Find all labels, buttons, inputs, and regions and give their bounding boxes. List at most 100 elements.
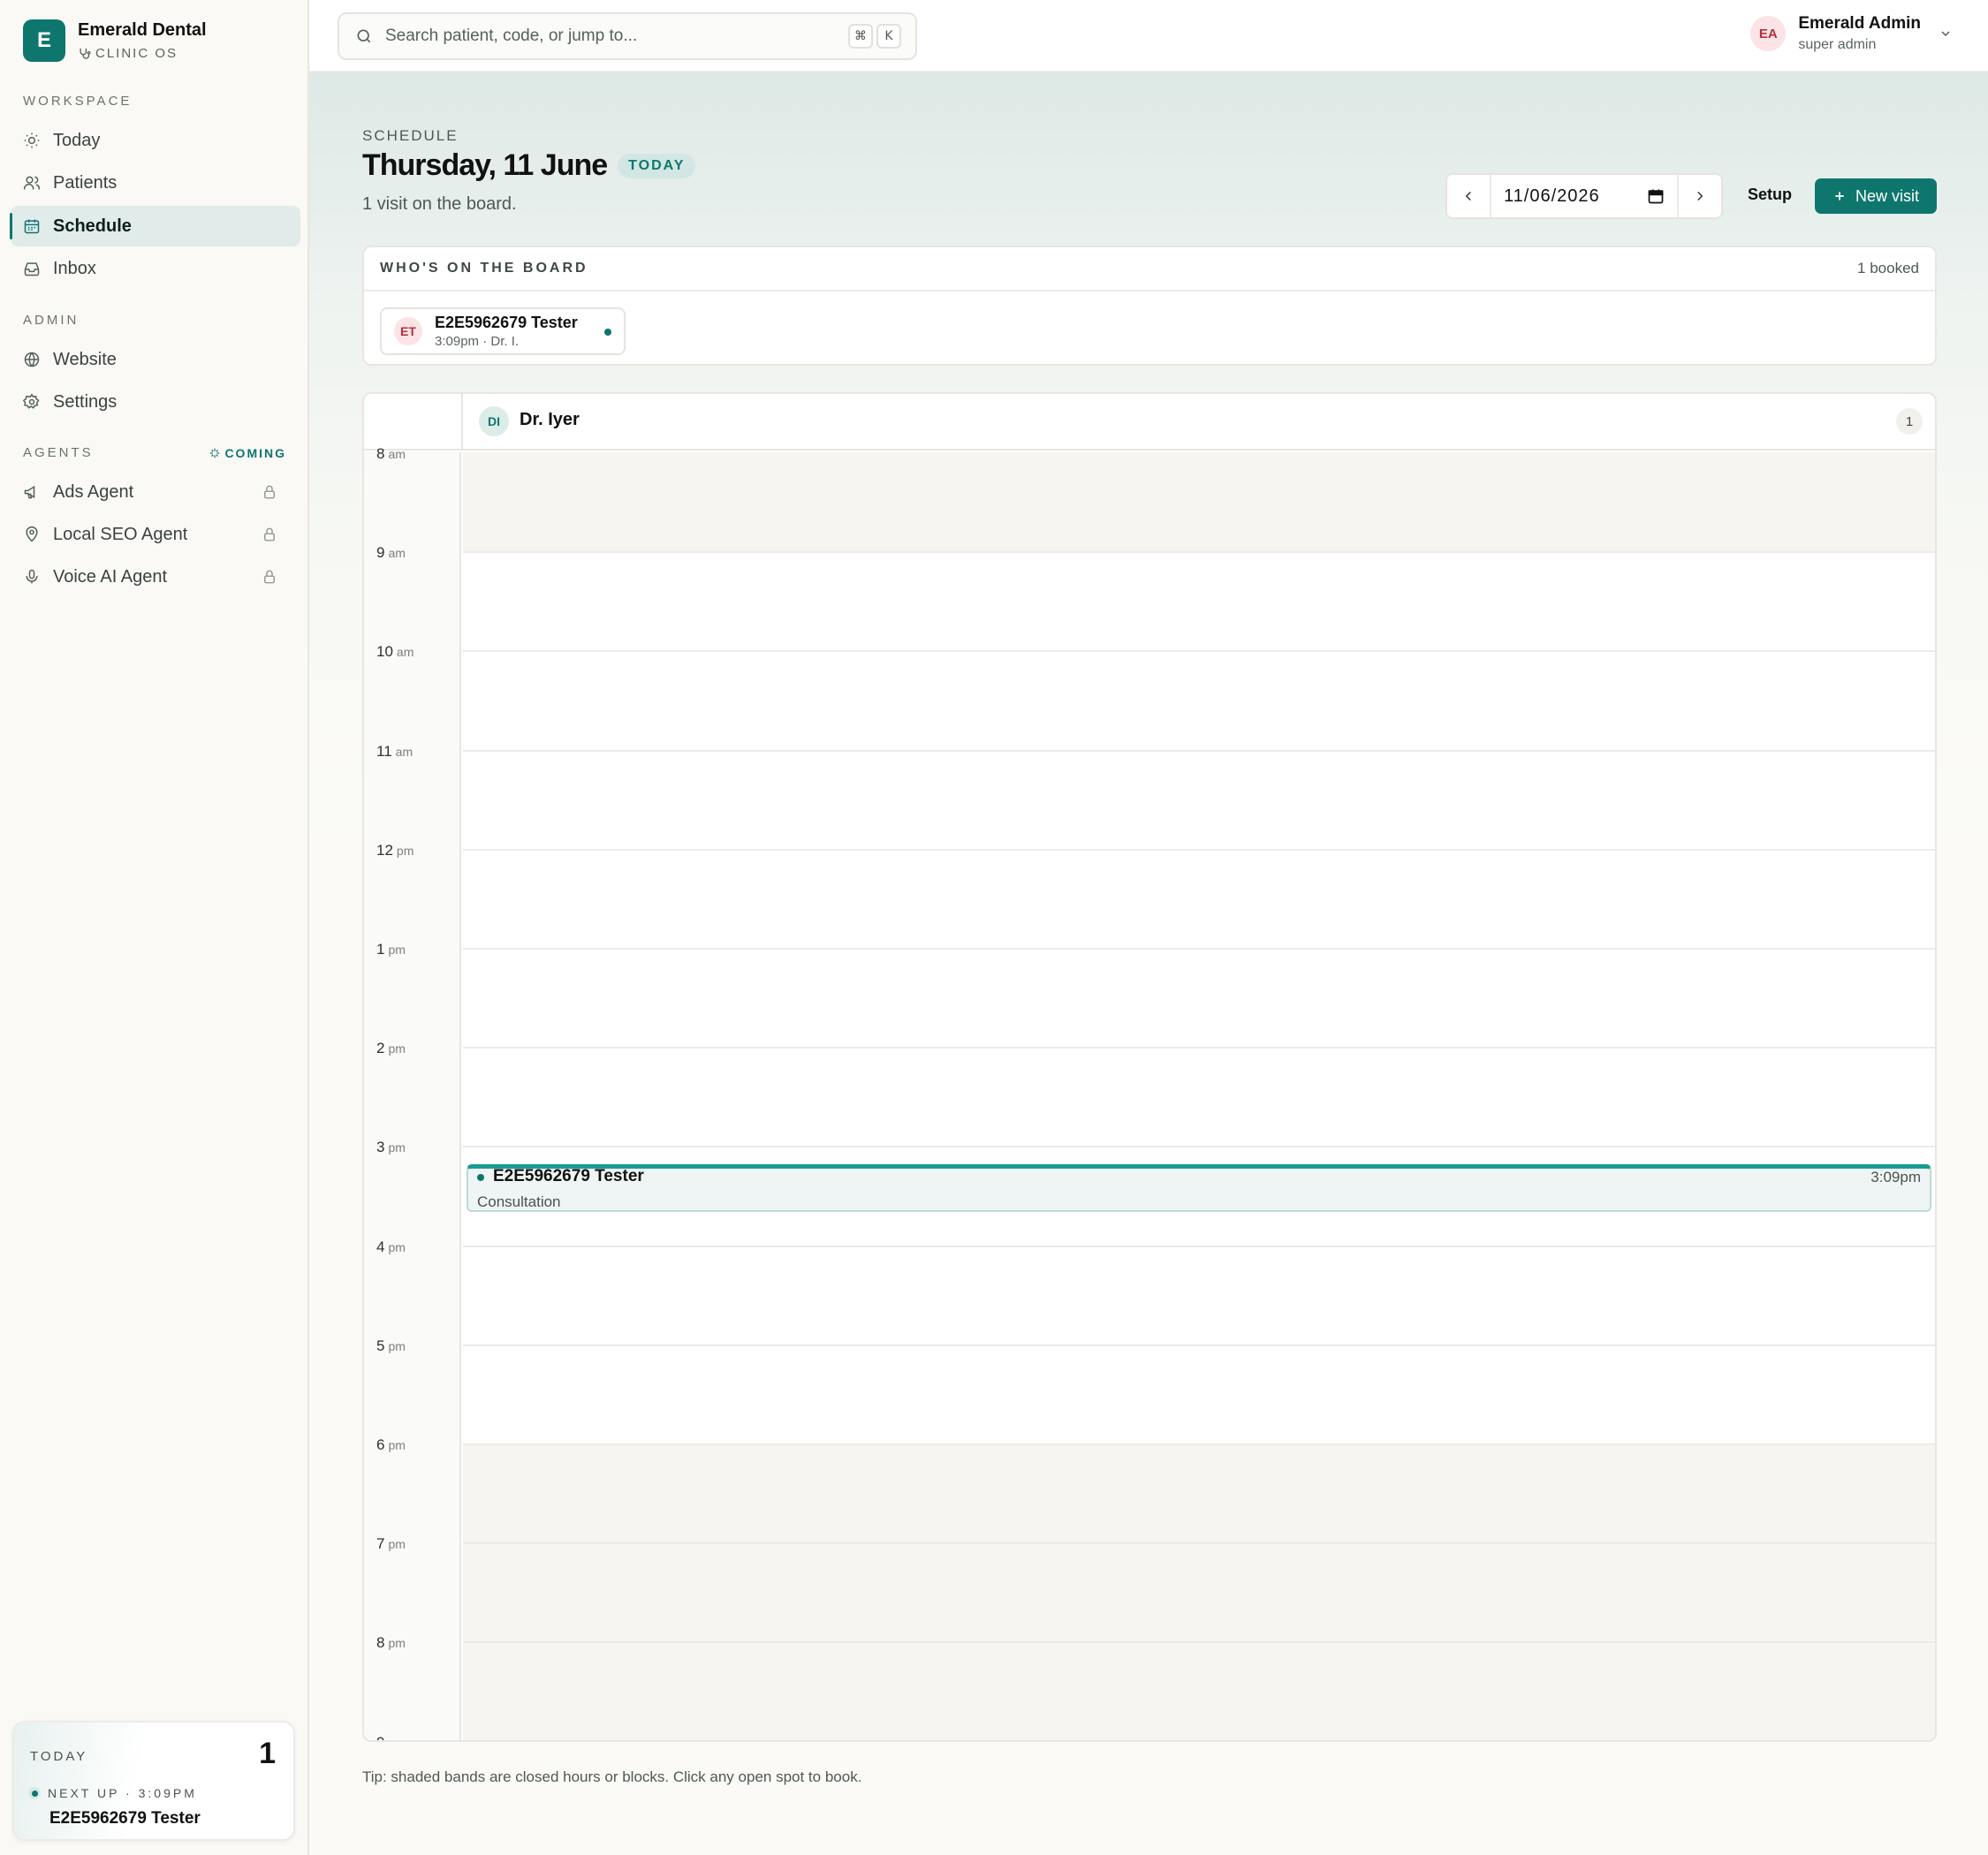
schedule-calendar: DI Dr. Iyer 1 E2E5962679 Tester Consulta… <box>362 392 1937 1742</box>
coming-badge-label: COMING <box>224 445 286 460</box>
hour-number: 7 <box>376 1535 385 1552</box>
today-card-count: 1 <box>259 1737 276 1770</box>
booked-count: 1 booked <box>1857 260 1919 276</box>
patient-meta: 3:09pm · Dr. I. <box>435 334 520 349</box>
search-input[interactable] <box>385 26 827 46</box>
inbox-icon <box>24 262 40 276</box>
search-bar[interactable]: ⌘ K <box>338 12 917 60</box>
hour-number: 3 <box>376 1139 385 1155</box>
hour-label: 1 pm <box>376 941 406 958</box>
sidebar-item-local-seo-agent[interactable]: Local SEO Agent <box>11 514 300 555</box>
sidebar-item-today[interactable]: Today <box>11 120 300 161</box>
hour-divider <box>463 1146 1935 1147</box>
hour-number: 10 <box>376 643 393 660</box>
hour-divider <box>463 849 1935 851</box>
next-up-patient: E2E5962679 Tester <box>49 1809 201 1828</box>
sidebar-item-label: Website <box>53 349 117 369</box>
new-visit-button[interactable]: New visit <box>1815 178 1937 214</box>
next-day-button[interactable] <box>1679 175 1721 217</box>
hour-period: pm <box>388 1537 406 1551</box>
chevron-right-icon <box>1697 191 1703 201</box>
sun-icon <box>24 132 40 148</box>
hour-number: 8 <box>376 445 385 462</box>
patient-chip[interactable]: ET E2E5962679 Tester 3:09pm · Dr. I. <box>380 307 626 355</box>
hour-period: pm <box>388 1140 406 1155</box>
topbar: ⌘ K EA Emerald Admin super admin <box>309 0 1988 72</box>
hour-label: 9 pm <box>376 1734 406 1740</box>
user-name: Emerald Admin <box>1798 14 1921 33</box>
chevron-left-icon <box>1465 191 1471 201</box>
hour-divider <box>463 948 1935 950</box>
hour-divider <box>463 1641 1935 1643</box>
users-icon <box>23 176 41 190</box>
map-pin-icon <box>26 526 38 542</box>
hour-label: 8 pm <box>376 1634 406 1652</box>
sidebar-item-label: Inbox <box>53 258 96 278</box>
hour-period: am <box>388 447 406 461</box>
user-avatar: EA <box>1750 16 1787 51</box>
hour-period: am <box>396 645 414 659</box>
shortcut-key-k: K <box>876 24 901 49</box>
hour-divider <box>463 1246 1935 1247</box>
agents-section-label: AGENTS COMING <box>23 445 286 460</box>
hour-number: 11 <box>376 743 392 760</box>
search-icon <box>357 29 371 43</box>
hour-label: 3 pm <box>376 1139 406 1156</box>
status-dot-icon <box>604 329 611 336</box>
hour-period: pm <box>388 1636 406 1650</box>
page-subtitle: 1 visit on the board. <box>362 194 517 214</box>
hour-divider <box>463 750 1935 752</box>
sidebar-item-voice-ai-agent[interactable]: Voice AI Agent <box>11 556 300 597</box>
setup-button[interactable]: Setup <box>1748 186 1792 204</box>
sidebar-item-website[interactable]: Website <box>11 339 300 380</box>
date-input[interactable]: 11/06/2026 <box>1490 175 1679 217</box>
today-badge: TODAY <box>618 153 696 178</box>
sidebar-item-patients[interactable]: Patients <box>11 163 300 203</box>
appointment-time: 3:09pm <box>1870 1169 1921 1185</box>
sidebar-item-label: Patients <box>53 172 118 193</box>
next-up-label: NEXT UP · 3:09PM <box>48 1786 197 1800</box>
appointment-type: Consultation <box>477 1193 561 1210</box>
appointment-block[interactable]: E2E5962679 Tester Consultation 3:09pm <box>467 1164 1931 1212</box>
sparkle-icon <box>210 448 220 458</box>
sidebar: E Emerald Dental CLINIC OS WORKSPACE Tod… <box>0 0 309 1855</box>
hour-number: 8 <box>376 1634 385 1651</box>
hour-label: 8 am <box>376 445 406 463</box>
hour-label: 7 pm <box>376 1535 406 1553</box>
appointment-patient: E2E5962679 Tester <box>493 1167 644 1185</box>
next-up: NEXT UP · 3:09PM <box>28 1786 197 1800</box>
hour-label: 2 pm <box>376 1040 406 1057</box>
hour-period: pm <box>388 943 406 957</box>
sidebar-item-label: Voice AI Agent <box>53 566 167 587</box>
hour-number: 1 <box>376 941 385 958</box>
stethoscope-icon <box>80 48 91 59</box>
coming-badge: COMING <box>209 445 286 460</box>
brand-subtitle: CLINIC OS <box>95 46 178 61</box>
brand-logo: E <box>23 19 65 62</box>
lock-icon <box>264 527 275 541</box>
patient-avatar: ET <box>394 317 422 345</box>
shortcut-key-cmd: ⌘ <box>848 24 873 49</box>
calendar-grid[interactable]: E2E5962679 Tester Consultation 3:09pm 8a… <box>364 445 1935 1740</box>
hour-period: am <box>388 546 406 560</box>
hour-period: pm <box>388 1339 406 1353</box>
hour-period: pm <box>388 1041 406 1056</box>
sidebar-item-schedule[interactable]: Schedule <box>10 206 300 246</box>
brand[interactable]: E Emerald Dental CLINIC OS <box>23 19 207 62</box>
page-eyebrow: SCHEDULE <box>362 127 459 144</box>
sidebar-item-inbox[interactable]: Inbox <box>11 248 300 289</box>
hour-label: 6 pm <box>376 1436 406 1454</box>
user-menu[interactable]: EA Emerald Admin super admin <box>1750 14 1953 53</box>
calendar-picker-icon[interactable] <box>1647 187 1665 205</box>
hour-number: 9 <box>376 1734 384 1740</box>
sidebar-item-settings[interactable]: Settings <box>11 382 300 422</box>
user-role: super admin <box>1798 37 1877 52</box>
hour-label: 12 pm <box>376 842 414 859</box>
sidebar-item-ads-agent[interactable]: Ads Agent <box>11 472 300 512</box>
previous-day-button[interactable] <box>1447 175 1490 217</box>
board-panel: WHO'S ON THE BOARD 1 booked ET E2E596267… <box>362 246 1937 366</box>
today-summary-card[interactable]: TODAY 1 NEXT UP · 3:09PM E2E5962679 Test… <box>12 1721 295 1841</box>
patient-name: E2E5962679 Tester <box>435 314 578 331</box>
hour-label: 11 am <box>376 743 413 761</box>
provider-visit-count: 1 <box>1896 408 1923 435</box>
